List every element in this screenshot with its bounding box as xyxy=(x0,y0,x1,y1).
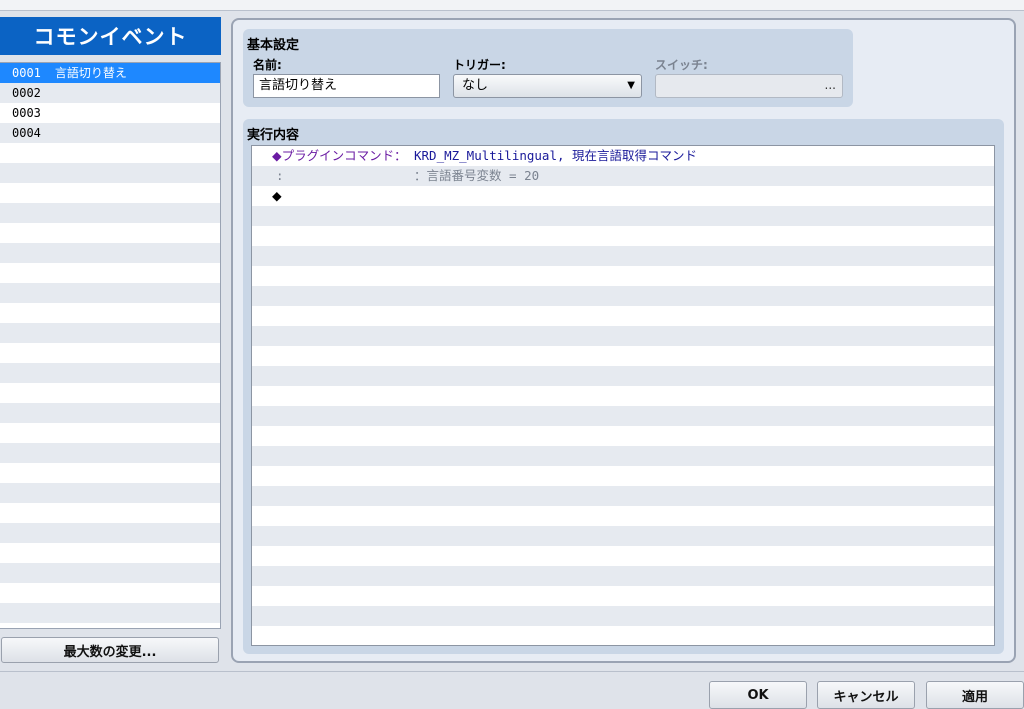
empty-row xyxy=(252,366,994,386)
event-list-item[interactable]: 0002 xyxy=(0,83,220,103)
empty-row xyxy=(0,163,220,183)
name-label: 名前: xyxy=(253,58,282,72)
empty-row xyxy=(0,603,220,623)
empty-row xyxy=(0,583,220,603)
command-row[interactable]: ◆ xyxy=(252,186,994,206)
empty-row xyxy=(252,226,994,246)
change-max-button[interactable]: 最大数の変更... xyxy=(1,637,219,663)
empty-row xyxy=(252,286,994,306)
empty-row xyxy=(252,466,994,486)
common-event-title: コモンイベント xyxy=(0,17,221,55)
empty-row xyxy=(0,143,220,163)
empty-row xyxy=(0,343,220,363)
contents-title: 実行内容 xyxy=(247,128,300,143)
event-list[interactable]: 0001 言語切り替え 0002 0003 0004 xyxy=(0,62,221,629)
empty-row xyxy=(252,426,994,446)
empty-row xyxy=(0,543,220,563)
window-top-border xyxy=(0,0,1024,11)
empty-row xyxy=(252,606,994,626)
empty-row xyxy=(0,183,220,203)
trigger-select[interactable]: なし ▼ xyxy=(453,74,642,98)
command-args: KRD_MZ_Multilingual, 現在言語取得コマンド xyxy=(414,148,698,163)
empty-row xyxy=(252,326,994,346)
event-list-item[interactable]: 0004 xyxy=(0,123,220,143)
empty-row xyxy=(252,246,994,266)
empty-row xyxy=(0,443,220,463)
empty-row xyxy=(0,223,220,243)
empty-row xyxy=(252,566,994,586)
dropdown-arrow-icon: ▼ xyxy=(627,80,635,91)
empty-row xyxy=(252,386,994,406)
empty-row xyxy=(0,383,220,403)
empty-row xyxy=(0,463,220,483)
empty-row xyxy=(0,403,220,423)
trigger-value: なし xyxy=(462,78,489,93)
empty-row xyxy=(0,503,220,523)
empty-row xyxy=(0,323,220,343)
command-name: ◆プラグインコマンド： xyxy=(272,148,407,163)
empty-row xyxy=(252,506,994,526)
empty-row xyxy=(252,266,994,286)
empty-row xyxy=(252,406,994,426)
empty-row xyxy=(252,206,994,226)
empty-command-marker: ◆ xyxy=(272,188,282,203)
event-list-item[interactable]: 0001 言語切り替え xyxy=(0,63,220,83)
empty-row xyxy=(0,283,220,303)
command-row[interactable]: : ：言語番号変数 = 20 xyxy=(252,166,994,186)
empty-row xyxy=(0,243,220,263)
event-name: 言語切り替え xyxy=(54,66,127,80)
continuation-marker: : xyxy=(276,168,284,183)
command-args: ：言語番号変数 = 20 xyxy=(414,168,540,183)
empty-row xyxy=(0,363,220,383)
empty-row xyxy=(0,423,220,443)
empty-row xyxy=(0,263,220,283)
empty-row xyxy=(0,563,220,583)
name-input[interactable]: 言語切り替え xyxy=(253,74,440,98)
empty-row xyxy=(252,486,994,506)
empty-row xyxy=(252,346,994,366)
empty-row xyxy=(252,526,994,546)
empty-row xyxy=(0,523,220,543)
switch-field: ... xyxy=(655,74,843,98)
empty-row xyxy=(252,586,994,606)
basic-settings-title: 基本設定 xyxy=(247,38,300,53)
empty-row xyxy=(0,303,220,323)
command-row[interactable]: ◆プラグインコマンド： KRD_MZ_Multilingual, 現在言語取得コ… xyxy=(252,146,994,166)
command-list[interactable]: ◆プラグインコマンド： KRD_MZ_Multilingual, 現在言語取得コ… xyxy=(251,145,995,646)
ellipsis-icon: ... xyxy=(824,78,836,92)
empty-row xyxy=(252,306,994,326)
event-list-item[interactable]: 0003 xyxy=(0,103,220,123)
switch-label: スイッチ: xyxy=(655,58,708,72)
event-id: 0003 xyxy=(12,106,41,120)
event-id: 0002 xyxy=(12,86,41,100)
event-id: 0004 xyxy=(12,126,41,140)
empty-row xyxy=(0,483,220,503)
empty-row xyxy=(0,623,220,628)
empty-row xyxy=(0,203,220,223)
trigger-label: トリガー: xyxy=(453,58,506,72)
empty-row xyxy=(252,546,994,566)
empty-row xyxy=(252,626,994,645)
event-id: 0001 xyxy=(12,66,41,80)
empty-row xyxy=(252,446,994,466)
